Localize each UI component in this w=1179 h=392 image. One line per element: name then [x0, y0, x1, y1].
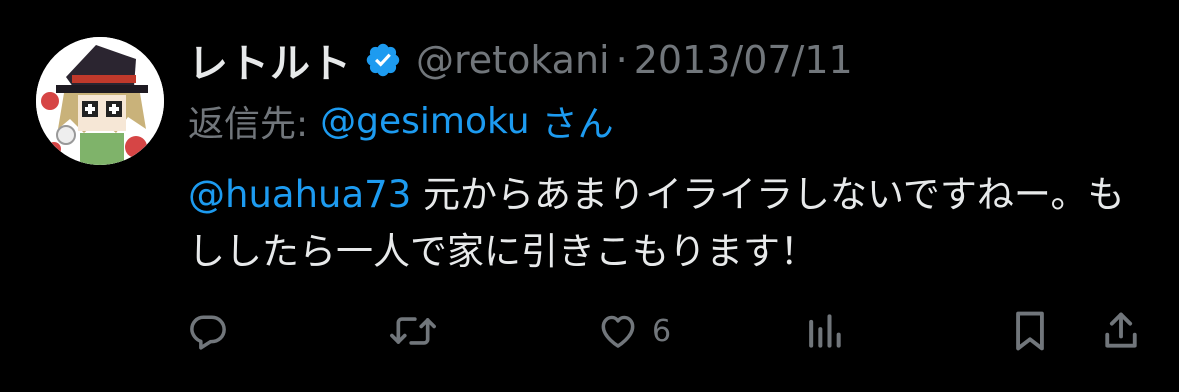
- separator-dot: ·: [615, 38, 628, 82]
- mention-link[interactable]: @huahua73: [188, 173, 411, 216]
- tweet-date[interactable]: 2013/07/11: [634, 38, 853, 82]
- reply-button[interactable]: [186, 303, 230, 359]
- tweet-card[interactable]: レトルト @retokani · 2013/07/11 返信先: @gesimo…: [0, 0, 1179, 392]
- author-handle[interactable]: @retokani: [416, 38, 610, 82]
- tweet-text: @huahua73 元からあまりイライラしないですねー。もししたら一人で家に引き…: [188, 166, 1148, 280]
- reply-icon: [190, 315, 226, 350]
- views-icon: [809, 314, 841, 348]
- retweet-icon: [390, 317, 436, 345]
- heart-icon: [601, 315, 635, 348]
- reply-handle-link[interactable]: @gesimoku: [320, 101, 529, 142]
- bookmark-icon: [1016, 311, 1044, 351]
- like-button[interactable]: 6: [596, 303, 671, 359]
- avatar-image: [36, 37, 164, 165]
- avatar[interactable]: [36, 37, 164, 165]
- action-bar: 6: [0, 303, 1179, 359]
- bookmark-button[interactable]: [1010, 303, 1050, 359]
- like-count: 6: [652, 313, 672, 349]
- reply-label: 返信先:: [188, 104, 309, 145]
- share-button[interactable]: [1101, 303, 1141, 359]
- display-name[interactable]: レトルト: [188, 31, 352, 89]
- reply-suffix: さん: [541, 104, 614, 145]
- retweet-button[interactable]: [387, 303, 439, 359]
- reply-context: 返信先: @gesimoku さん: [188, 94, 614, 148]
- tweet-header: レトルト @retokani · 2013/07/11: [188, 30, 853, 90]
- verified-badge-icon: [364, 41, 402, 79]
- share-icon: [1105, 312, 1137, 348]
- views-button[interactable]: [804, 303, 844, 359]
